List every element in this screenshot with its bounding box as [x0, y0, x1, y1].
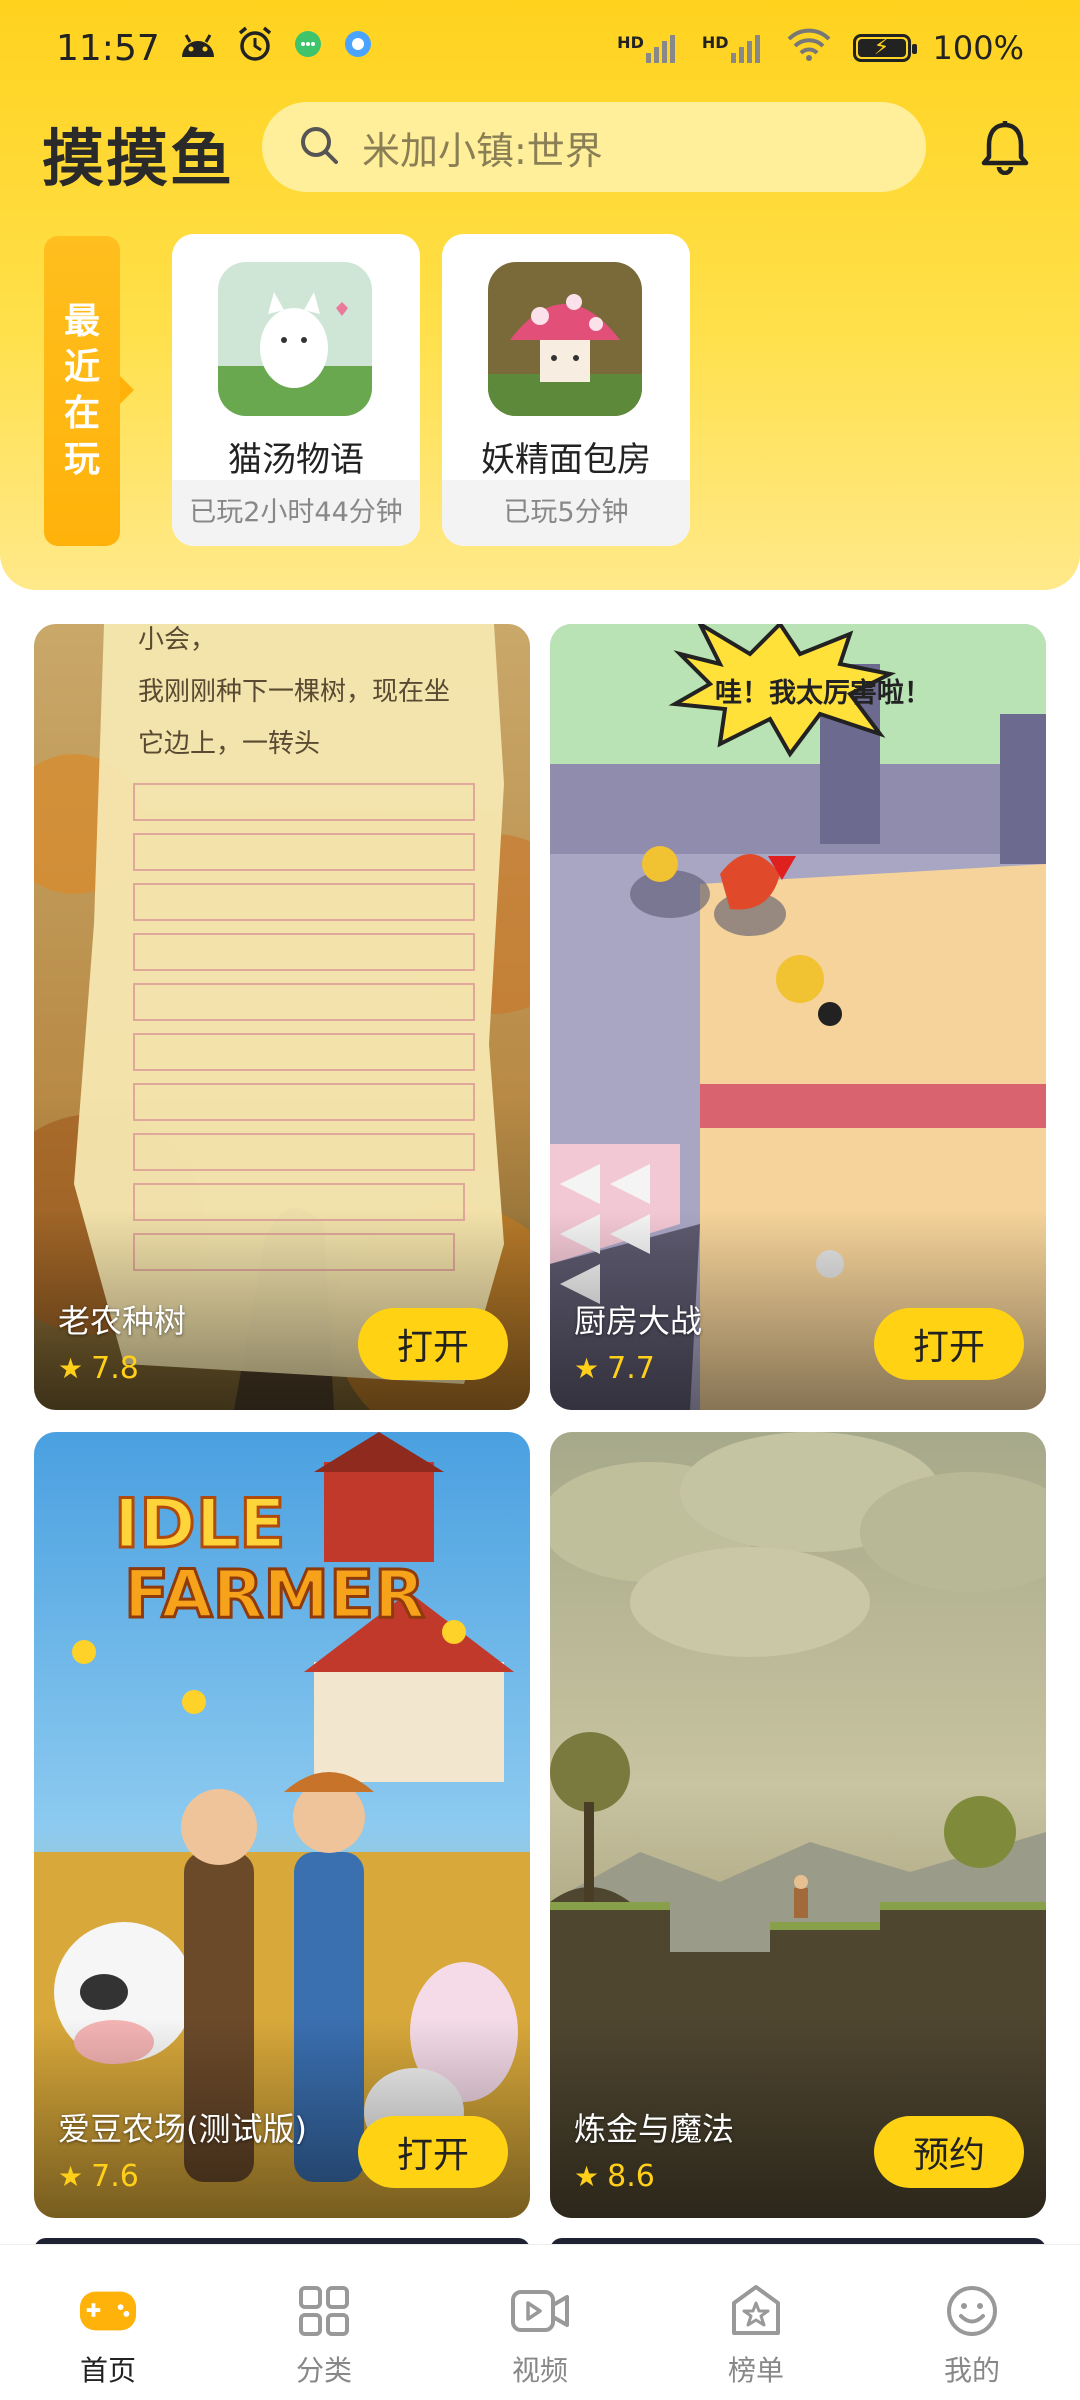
nav-label: 首页: [79, 2354, 136, 2387]
battery-percent: 100%: [932, 29, 1024, 67]
recent-game-playtime: 已玩5分钟: [442, 480, 690, 546]
svg-text:它边上，一转头: 它边上，一转头: [138, 729, 320, 759]
category-grid-icon: [294, 2281, 354, 2341]
star-icon: ★: [58, 2160, 84, 2193]
svg-text:IDLE: IDLE: [114, 1485, 286, 1564]
game-title: 炼金与魔法: [574, 2110, 735, 2148]
star-icon: ★: [574, 1352, 600, 1385]
game-rating: ★ 8.6: [574, 2159, 655, 2194]
recent-game-playtime: 已玩2小时44分钟: [172, 480, 420, 546]
star-icon: ★: [574, 2160, 600, 2193]
profile-icon: [942, 2281, 1002, 2341]
svg-text:我刚刚种下一棵树，现在坐: 我刚刚种下一棵树，现在坐: [138, 677, 450, 707]
game-card[interactable]: 哇！我太厉害啦！ 厨房大战 ★ 7.7 打开: [550, 624, 1046, 1410]
open-game-button[interactable]: 打开: [358, 1308, 508, 1380]
home-game-icon: [78, 2281, 138, 2341]
game-rating: ★ 7.8: [58, 1351, 139, 1386]
recent-game-card[interactable]: 猫汤物语 已玩2小时44分钟: [172, 234, 420, 546]
reserve-game-button[interactable]: 预约: [874, 2116, 1024, 2188]
game-title: 爱豆农场(测试版): [58, 2110, 307, 2148]
nav-home[interactable]: 首页: [0, 2245, 216, 2400]
signal-1-icon: HD: [617, 33, 680, 63]
nav-category[interactable]: 分类: [216, 2245, 432, 2400]
wifi-icon: [787, 27, 831, 69]
status-time: 11:57: [56, 27, 160, 69]
nav-label: 榜单: [727, 2354, 784, 2387]
battery-icon: ⚡: [852, 34, 917, 62]
recent-game-card[interactable]: 妖精面包房 已玩5分钟: [442, 234, 690, 546]
svg-text:小会，: 小会，: [138, 625, 216, 655]
alarm-icon: [236, 25, 274, 72]
recent-game-name: 妖精面包房: [481, 440, 651, 480]
android-icon: [178, 28, 218, 68]
search-icon: [298, 124, 340, 170]
chat-notification-icon: [292, 28, 324, 69]
nav-label: 视频: [511, 2354, 568, 2387]
recent-play-tab: 最 近 在 玩: [44, 236, 134, 546]
signal-2-icon: HD: [702, 33, 765, 63]
svg-text:哇！我太厉害啦！: 哇！我太厉害啦！: [715, 677, 931, 709]
notification-bell-icon[interactable]: [970, 112, 1040, 182]
search-placeholder: 米加小镇:世界: [362, 128, 603, 173]
game-card[interactable]: 小会， 我刚刚种下一棵树，现在坐 它边上，一转头 老农种树 ★ 7.8 打开: [34, 624, 530, 1410]
fairy-bakery-thumbnail: [488, 262, 642, 416]
ranking-icon: [726, 2281, 786, 2341]
nav-label: 分类: [295, 2354, 352, 2387]
game-title: 厨房大战: [574, 1302, 703, 1340]
search-bar[interactable]: 米加小镇:世界: [262, 102, 926, 192]
nav-profile[interactable]: 我的: [864, 2245, 1080, 2400]
cat-soup-thumbnail: [218, 262, 372, 416]
nav-video[interactable]: 视频: [432, 2245, 648, 2400]
game-card[interactable]: 炼金与魔法 ★ 8.6 预约: [550, 1432, 1046, 2218]
game-rating: ★ 7.6: [58, 2159, 139, 2194]
svg-text:FARMER: FARMER: [124, 1556, 425, 1633]
video-icon: [510, 2281, 570, 2341]
star-icon: ★: [58, 1352, 84, 1385]
game-rating: ★ 7.7: [574, 1351, 655, 1386]
status-bar: 11:57 HD HD ⚡ 100%: [0, 0, 1080, 96]
open-game-button[interactable]: 打开: [874, 1308, 1024, 1380]
recent-game-name: 猫汤物语: [228, 440, 364, 480]
app-notification-icon: [342, 28, 374, 69]
game-card[interactable]: IDLE FARMER 爱豆农场(测试版) ★ 7.6 打开: [34, 1432, 530, 2218]
app-logo: 摸摸鱼: [42, 122, 235, 195]
nav-label: 我的: [943, 2354, 1000, 2387]
open-game-button[interactable]: 打开: [358, 2116, 508, 2188]
game-title: 老农种树: [58, 1302, 187, 1340]
nav-ranking[interactable]: 榜单: [648, 2245, 864, 2400]
bottom-navigation: 首页 分类 视频 榜单 我的: [0, 2244, 1080, 2400]
